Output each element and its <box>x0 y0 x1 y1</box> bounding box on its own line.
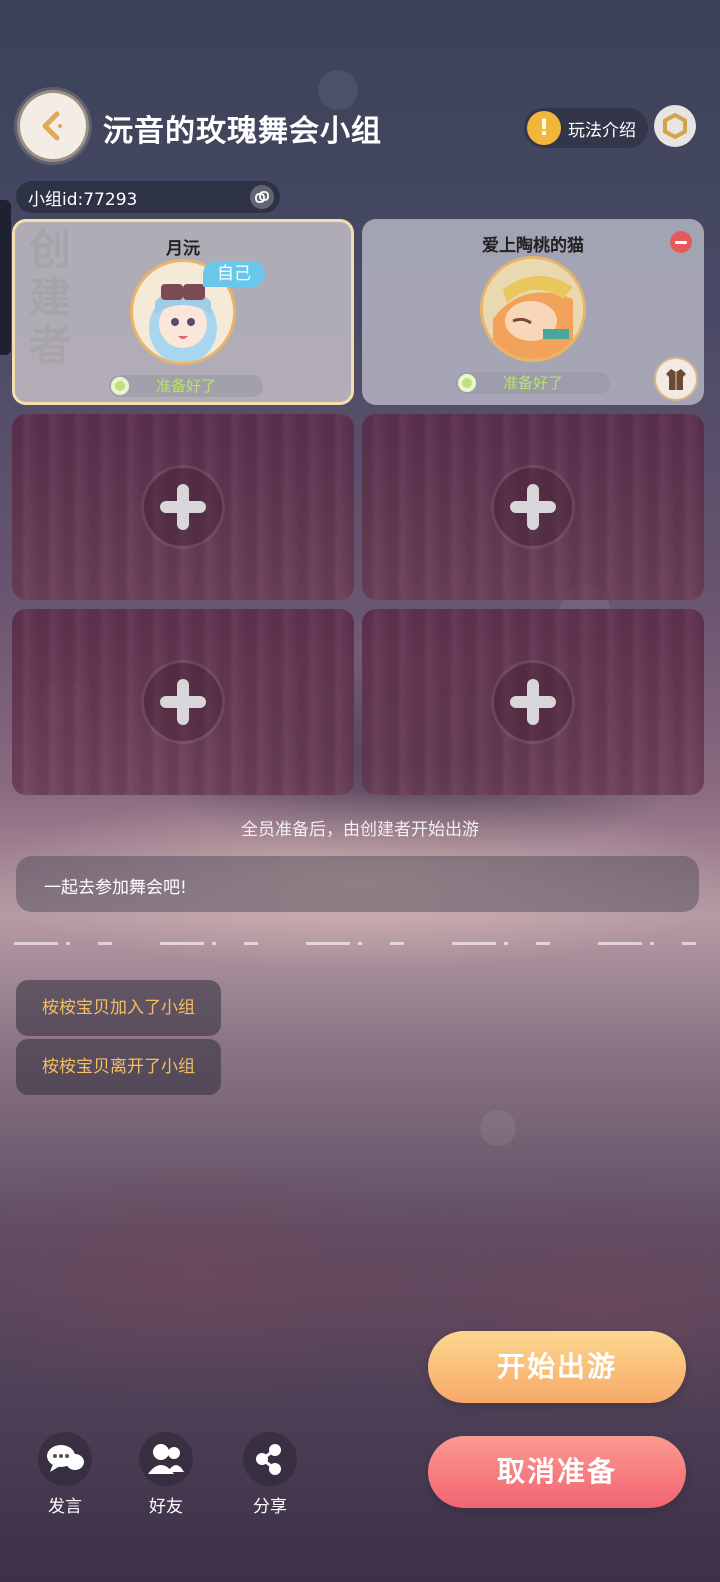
rules-label: 玩法介绍 <box>568 120 636 141</box>
preset-message-bar[interactable]: 一起去参加舞会吧! <box>16 856 699 912</box>
start-hint: 全员准备后，由创建者开始出游 <box>241 820 479 840</box>
outfit-button[interactable] <box>656 359 696 399</box>
member-name: 爱上陶桃的猫 <box>482 236 584 256</box>
system-message: 桉桉宝贝离开了小组 <box>16 1039 221 1095</box>
start-trip-button[interactable]: 开始出游 <box>428 1331 686 1403</box>
empty-slot[interactable] <box>12 609 354 795</box>
background-bubble <box>480 1110 516 1146</box>
group-id-bar: 小组id:77293 <box>16 181 280 213</box>
background-bubble <box>318 70 358 110</box>
share-icon <box>243 1432 297 1486</box>
member-card-self[interactable]: 创建者 月沅 自己 准备好了 <box>12 219 354 405</box>
toolbar-chat[interactable]: 发言 <box>30 1432 100 1517</box>
add-member-icon[interactable] <box>144 663 222 741</box>
toolbar-label: 发言 <box>48 1497 82 1517</box>
toolbar-share[interactable]: 分享 <box>235 1432 305 1517</box>
settings-button[interactable] <box>654 105 696 147</box>
add-member-icon[interactable] <box>494 468 572 546</box>
empty-slot[interactable] <box>362 414 704 600</box>
toolbar-label: 分享 <box>253 1497 287 1517</box>
ready-status-text: 准备好了 <box>502 374 563 392</box>
page-title: 沅音的玫瑰舞会小组 <box>103 114 382 149</box>
back-arrow-icon <box>42 111 62 141</box>
avatar[interactable] <box>483 259 583 359</box>
ready-status-text: 准备好了 <box>155 377 216 395</box>
coat-icon <box>666 369 686 390</box>
self-badge: 自己 <box>203 261 265 287</box>
remove-member-icon[interactable] <box>670 231 692 253</box>
copy-icon[interactable] <box>250 185 274 209</box>
cancel-ready-button[interactable]: 取消准备 <box>428 1436 686 1508</box>
ready-status: 准备好了 <box>109 375 263 397</box>
member-card[interactable]: 爱上陶桃的猫 准备好了 <box>362 219 704 405</box>
back-button[interactable] <box>20 93 86 159</box>
divider <box>14 942 696 945</box>
link-icon <box>255 191 269 203</box>
ready-status: 准备好了 <box>456 372 610 394</box>
info-icon: ! <box>527 111 561 145</box>
member-name: 月沅 <box>166 239 200 259</box>
toolbar-friends[interactable]: 好友 <box>131 1432 201 1517</box>
add-member-icon[interactable] <box>144 468 222 546</box>
empty-slot[interactable] <box>362 609 704 795</box>
rules-button[interactable]: ! 玩法介绍 <box>524 108 648 148</box>
add-member-icon[interactable] <box>494 663 572 741</box>
chat-icon <box>38 1432 92 1486</box>
avatar-image <box>483 259 583 359</box>
group-id-text: 小组id:77293 <box>28 189 138 210</box>
preset-message-text: 一起去参加舞会吧! <box>44 878 187 898</box>
toolbar-label: 好友 <box>149 1497 183 1517</box>
side-drawer-handle[interactable] <box>0 200 11 355</box>
system-message: 桉桉宝贝加入了小组 <box>16 980 221 1036</box>
hexagon-settings-icon <box>663 113 687 139</box>
empty-slot[interactable] <box>12 414 354 600</box>
friends-icon <box>139 1432 193 1486</box>
